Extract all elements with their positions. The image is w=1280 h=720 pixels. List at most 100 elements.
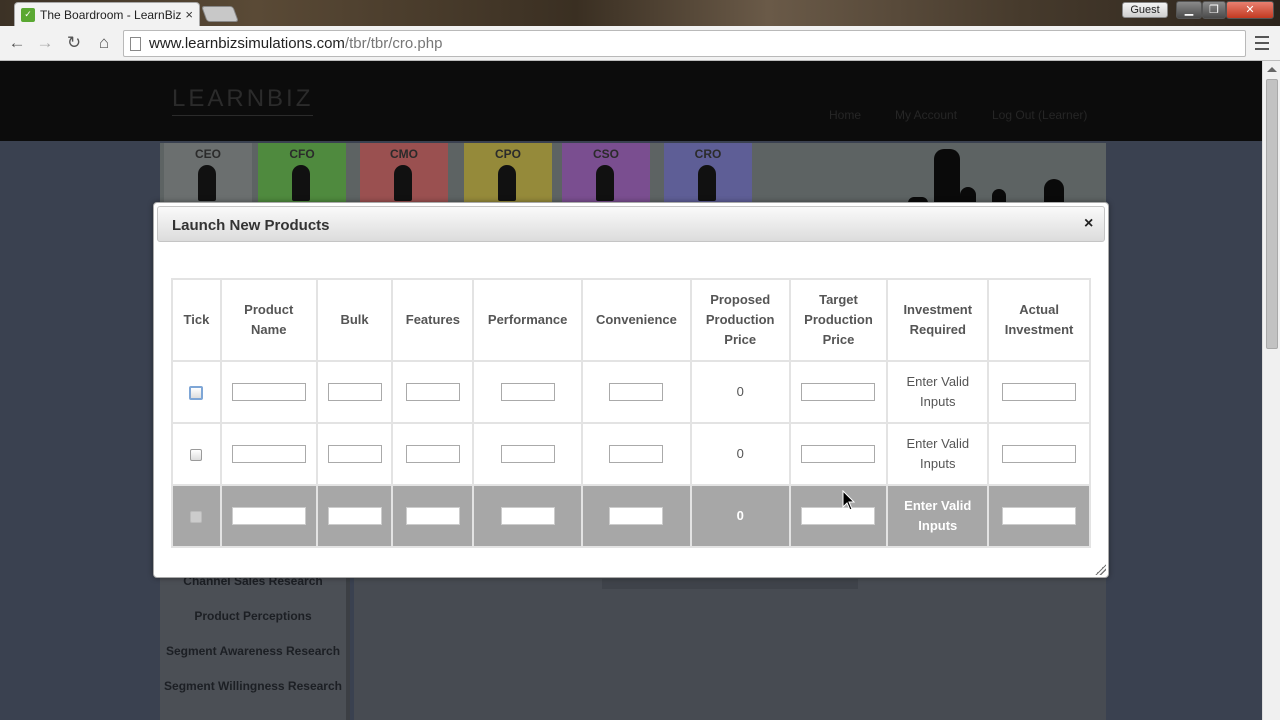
col-header-target-price: Target Production Price <box>788 278 889 362</box>
launch-products-dialog: Launch New Products × Tick Product Name B… <box>153 202 1109 578</box>
col-header-convenience: Convenience <box>581 278 692 362</box>
role-label: CMO <box>390 147 418 161</box>
products-table: Tick Product Name Bulk Features Performan… <box>171 278 1091 548</box>
role-tab-cmo[interactable]: CMO <box>360 143 448 203</box>
forward-arrow-icon[interactable]: → <box>34 32 56 54</box>
product-name-input[interactable] <box>231 506 306 525</box>
person-icon <box>698 165 716 201</box>
person-icon <box>198 165 216 201</box>
role-tab-cfo[interactable]: CFO <box>258 143 346 203</box>
target-price-input[interactable] <box>801 444 876 463</box>
back-arrow-icon[interactable]: ← <box>6 32 28 54</box>
proposed-price-value: 0 <box>689 484 791 548</box>
role-tab-ceo[interactable]: CEO <box>164 143 252 203</box>
page-scrollbar[interactable] <box>1262 61 1280 720</box>
home-icon[interactable]: ⌂ <box>93 32 115 54</box>
dialog-title: Launch New Products <box>172 217 330 234</box>
person-icon <box>498 165 516 201</box>
col-header-actual-investment: Actual Investment <box>987 278 1091 362</box>
close-icon[interactable]: × <box>1084 215 1093 233</box>
tab-title: The Boardroom - LearnBiz <box>40 7 182 22</box>
reload-icon[interactable]: ↻ <box>63 32 85 54</box>
main-content-panel <box>354 561 1106 720</box>
close-icon[interactable]: × <box>185 7 193 22</box>
bulk-input[interactable] <box>327 444 382 463</box>
role-label: CEO <box>194 147 221 161</box>
url-host: www.learnbizsimulations.com <box>149 35 345 52</box>
role-label: CPO <box>494 147 521 161</box>
role-tab-cso[interactable]: CSO <box>562 143 650 203</box>
content-strip <box>602 579 858 589</box>
table-row-hovered: 0 Enter Valid Inputs <box>171 484 1091 548</box>
convenience-input[interactable] <box>609 444 664 463</box>
scroll-up-arrow-icon[interactable] <box>1267 67 1277 72</box>
col-header-features: Features <box>391 278 475 362</box>
resize-grip-icon[interactable] <box>1095 564 1106 575</box>
role-label: CFO <box>289 147 315 161</box>
bulk-input[interactable] <box>327 506 382 525</box>
side-menu-item[interactable]: Segment Willingness Research <box>160 679 346 693</box>
product-name-input[interactable] <box>231 382 306 401</box>
actual-investment-input[interactable] <box>1002 382 1077 401</box>
side-menu-item[interactable]: Product Perceptions <box>160 609 346 623</box>
target-price-input[interactable] <box>801 506 876 525</box>
investment-required-value: Enter Valid Inputs <box>886 422 990 486</box>
browser-title-bar: ✓ The Boardroom - LearnBiz × Guest ▁ ❐ ✕ <box>0 0 1280 26</box>
target-price-input[interactable] <box>801 382 876 401</box>
person-icon <box>596 165 614 201</box>
role-label: CSO <box>592 147 619 161</box>
dialog-header[interactable]: Launch New Products × <box>157 206 1105 242</box>
tick-checkbox[interactable] <box>190 448 203 461</box>
menu-icon[interactable] <box>1254 34 1270 52</box>
person-icon <box>394 165 412 201</box>
performance-input[interactable] <box>500 382 555 401</box>
col-header-product-name: Product Name <box>219 278 318 362</box>
leaf-icon: ✓ <box>21 7 35 22</box>
performance-input[interactable] <box>500 506 555 525</box>
tick-checkbox[interactable] <box>189 385 204 400</box>
role-tab-cro[interactable]: CRO <box>664 143 752 203</box>
person-icon <box>292 165 310 201</box>
col-header-bulk: Bulk <box>315 278 394 362</box>
actual-investment-input[interactable] <box>1002 444 1077 463</box>
actual-investment-input[interactable] <box>1002 506 1077 525</box>
features-input[interactable] <box>405 444 460 463</box>
scrollbar-thumb[interactable] <box>1266 79 1278 349</box>
convenience-input[interactable] <box>609 506 664 525</box>
investment-required-value: Enter Valid Inputs <box>886 360 990 424</box>
guest-profile-button[interactable]: Guest <box>1122 2 1168 18</box>
browser-tab[interactable]: ✓ The Boardroom - LearnBiz × <box>14 2 200 26</box>
window-close-button[interactable]: ✕ <box>1226 1 1274 19</box>
features-input[interactable] <box>405 506 460 525</box>
nav-home-link[interactable]: Home <box>829 108 861 122</box>
role-tab-cpo[interactable]: CPO <box>464 143 552 203</box>
team-silhouette-image <box>908 149 1078 203</box>
col-header-investment-required: Investment Required <box>886 278 990 362</box>
maximize-button[interactable]: ❐ <box>1202 1 1226 19</box>
col-header-proposed-price: Proposed Production Price <box>689 278 791 362</box>
col-header-performance: Performance <box>472 278 584 362</box>
nav-logout-link[interactable]: Log Out (Learner) <box>992 108 1087 122</box>
browser-toolbar: ← → ↻ ⌂ www.learnbizsimulations.com/tbr/… <box>0 26 1280 61</box>
convenience-input[interactable] <box>609 382 664 401</box>
address-bar[interactable]: www.learnbizsimulations.com/tbr/tbr/cro.… <box>123 30 1246 57</box>
table-row: 0 Enter Valid Inputs <box>171 360 1091 424</box>
col-header-tick: Tick <box>171 278 222 362</box>
nav-account-link[interactable]: My Account <box>895 108 957 122</box>
site-logo[interactable]: LEARNBIZ <box>172 85 314 116</box>
research-side-menu: Channel Sales Research Product Perceptio… <box>160 561 350 720</box>
side-menu-item[interactable]: Segment Awareness Research <box>160 644 346 658</box>
table-row: 0 Enter Valid Inputs <box>171 422 1091 486</box>
table-header-row: Tick Product Name Bulk Features Performan… <box>171 278 1091 362</box>
investment-required-value: Enter Valid Inputs <box>886 484 990 548</box>
proposed-price-value: 0 <box>689 360 791 424</box>
minimize-button[interactable]: ▁ <box>1176 1 1202 19</box>
tick-checkbox[interactable] <box>190 510 203 523</box>
new-tab-button[interactable] <box>201 6 239 22</box>
performance-input[interactable] <box>500 444 555 463</box>
features-input[interactable] <box>405 382 460 401</box>
bulk-input[interactable] <box>327 382 382 401</box>
proposed-price-value: 0 <box>689 422 791 486</box>
role-label: CRO <box>694 147 722 161</box>
product-name-input[interactable] <box>231 444 306 463</box>
